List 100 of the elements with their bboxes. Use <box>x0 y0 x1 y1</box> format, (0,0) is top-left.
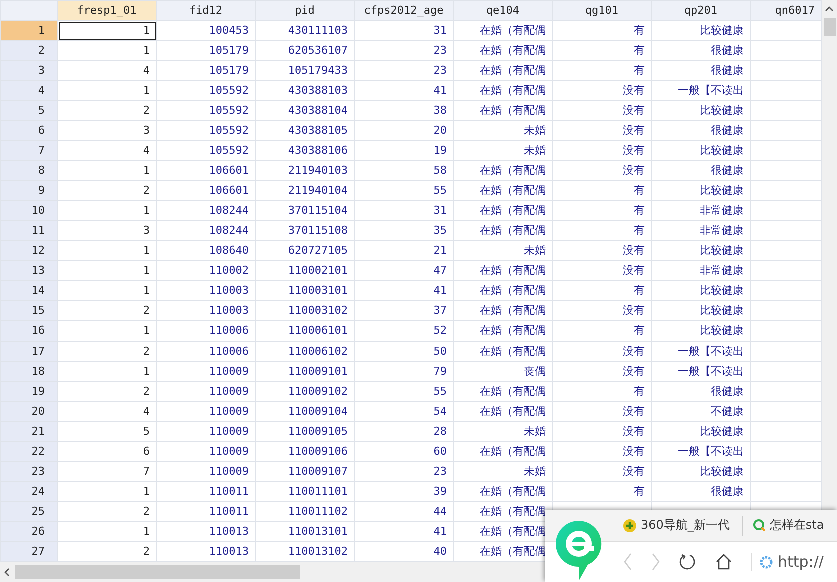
table-cell: 60 <box>354 441 454 462</box>
table-cell: 在婚（有配偶 <box>454 220 552 241</box>
table-cell: 很健康 <box>652 60 750 81</box>
table-cell: 110009 <box>156 441 256 462</box>
table-cell: 106601 <box>156 160 256 181</box>
table-cell: 很健康 <box>652 160 750 181</box>
table-cell: 110006 <box>156 320 256 341</box>
row-number[interactable]: 17 <box>0 341 58 362</box>
row-number[interactable]: 10 <box>0 200 58 221</box>
column-header[interactable]: cfps2012_age <box>354 0 454 20</box>
scroll-left-icon[interactable] <box>4 568 10 576</box>
table-cell: 370115104 <box>256 200 354 221</box>
browser-tab[interactable]: 怎样在sta <box>742 516 836 536</box>
table-cell: 50 <box>354 341 454 362</box>
table-cell: 没有 <box>552 100 652 121</box>
row-number[interactable]: 9 <box>0 180 58 201</box>
row-number[interactable]: 12 <box>0 240 58 261</box>
row-number[interactable]: 3 <box>0 60 58 81</box>
column-header[interactable]: qp201 <box>652 0 750 20</box>
table-cell: 110013101 <box>256 521 354 542</box>
column-header[interactable]: qn6017 <box>750 0 822 20</box>
table-cell: 110009 <box>156 401 256 422</box>
row-number[interactable]: 8 <box>0 160 58 181</box>
table-cell: 55 <box>354 381 454 402</box>
table-cell: 430111103 <box>256 20 354 41</box>
row-number[interactable]: 14 <box>0 280 58 301</box>
table-cell: 211940104 <box>256 180 354 201</box>
table-cell: 110009101 <box>256 361 354 382</box>
scroll-thumb[interactable] <box>824 18 836 36</box>
table-cell: 21 <box>354 240 454 261</box>
table-cell: 未婚 <box>454 140 552 161</box>
table-cell: 106601 <box>156 180 256 201</box>
table-cell: 一般【不读出 <box>652 361 750 382</box>
table-cell: 6 <box>58 441 156 462</box>
table-cell: 很健康 <box>652 40 750 61</box>
table-cell: 在婚（有配偶 <box>454 200 552 221</box>
table-cell: 在婚（有配偶 <box>454 80 552 101</box>
back-icon[interactable] <box>623 553 633 571</box>
table-cell: 79 <box>354 361 454 382</box>
table-cell: 在婚（有配偶 <box>454 280 552 301</box>
table-cell: 105179433 <box>256 60 354 81</box>
reload-icon[interactable] <box>679 553 697 571</box>
row-number[interactable]: 21 <box>0 421 58 442</box>
row-number[interactable]: 22 <box>0 441 58 462</box>
row-number[interactable]: 26 <box>0 521 58 542</box>
row-number[interactable]: 25 <box>0 501 58 522</box>
table-cell: 在婚（有配偶 <box>454 441 552 462</box>
table-cell: 620727105 <box>256 240 354 261</box>
table-cell: 4 <box>58 140 156 161</box>
table-cell: 在婚（有配偶 <box>454 381 552 402</box>
table-cell: 110009104 <box>256 401 354 422</box>
table-cell: 没有 <box>552 441 652 462</box>
table-cell: 非常健康 <box>652 200 750 221</box>
table-cell: 在婚（有配偶 <box>454 341 552 362</box>
scroll-thumb[interactable] <box>15 565 300 579</box>
table-cell: 比较健康 <box>652 461 750 482</box>
column-header[interactable]: qe104 <box>454 0 552 20</box>
row-number[interactable]: 18 <box>0 361 58 382</box>
row-number[interactable]: 23 <box>0 461 58 482</box>
table-cell: 在婚（有配偶 <box>454 60 552 81</box>
table-cell: 23 <box>354 40 454 61</box>
row-number[interactable]: 20 <box>0 401 58 422</box>
table-cell: 很健康 <box>652 481 750 502</box>
column-header[interactable]: pid <box>256 0 354 20</box>
table-cell: 有 <box>552 20 652 41</box>
column-header[interactable]: fid12 <box>156 0 256 20</box>
row-number[interactable]: 6 <box>0 120 58 141</box>
table-cell: 1 <box>58 40 156 61</box>
table-cell: 35 <box>354 220 454 241</box>
table-cell: 31 <box>354 20 454 41</box>
row-number[interactable]: 4 <box>0 80 58 101</box>
table-cell: 1 <box>58 521 156 542</box>
column-header[interactable]: fresp1_01 <box>58 0 156 20</box>
row-number[interactable]: 1 <box>0 20 58 41</box>
row-number[interactable]: 16 <box>0 320 58 341</box>
table-cell: 2 <box>58 341 156 362</box>
column-header[interactable]: qg101 <box>552 0 652 20</box>
tab-title: 怎样在sta <box>770 517 824 534</box>
scroll-up-icon[interactable] <box>825 6 834 12</box>
table-cell: 108244 <box>156 200 256 221</box>
address-field[interactable]: http:// <box>778 553 824 571</box>
home-icon[interactable] <box>715 553 733 571</box>
table-cell: 110006101 <box>256 320 354 341</box>
table-cell: 比较健康 <box>652 240 750 261</box>
row-number[interactable]: 11 <box>0 220 58 241</box>
row-number[interactable]: 15 <box>0 300 58 321</box>
table-cell: 110009 <box>156 361 256 382</box>
browser-tab[interactable]: 360导航_新一代 <box>623 510 742 541</box>
row-number[interactable]: 27 <box>0 541 58 562</box>
table-cell: 在婚（有配偶 <box>454 180 552 201</box>
table-cell: 在婚（有配偶 <box>454 100 552 121</box>
forward-icon[interactable] <box>651 553 661 571</box>
table-cell: 有 <box>552 60 652 81</box>
row-number[interactable]: 5 <box>0 100 58 121</box>
row-number[interactable]: 7 <box>0 140 58 161</box>
row-number[interactable]: 19 <box>0 381 58 402</box>
row-number[interactable]: 24 <box>0 481 58 502</box>
row-number[interactable]: 13 <box>0 260 58 281</box>
table-cell: 没有 <box>552 461 652 482</box>
row-number[interactable]: 2 <box>0 40 58 61</box>
